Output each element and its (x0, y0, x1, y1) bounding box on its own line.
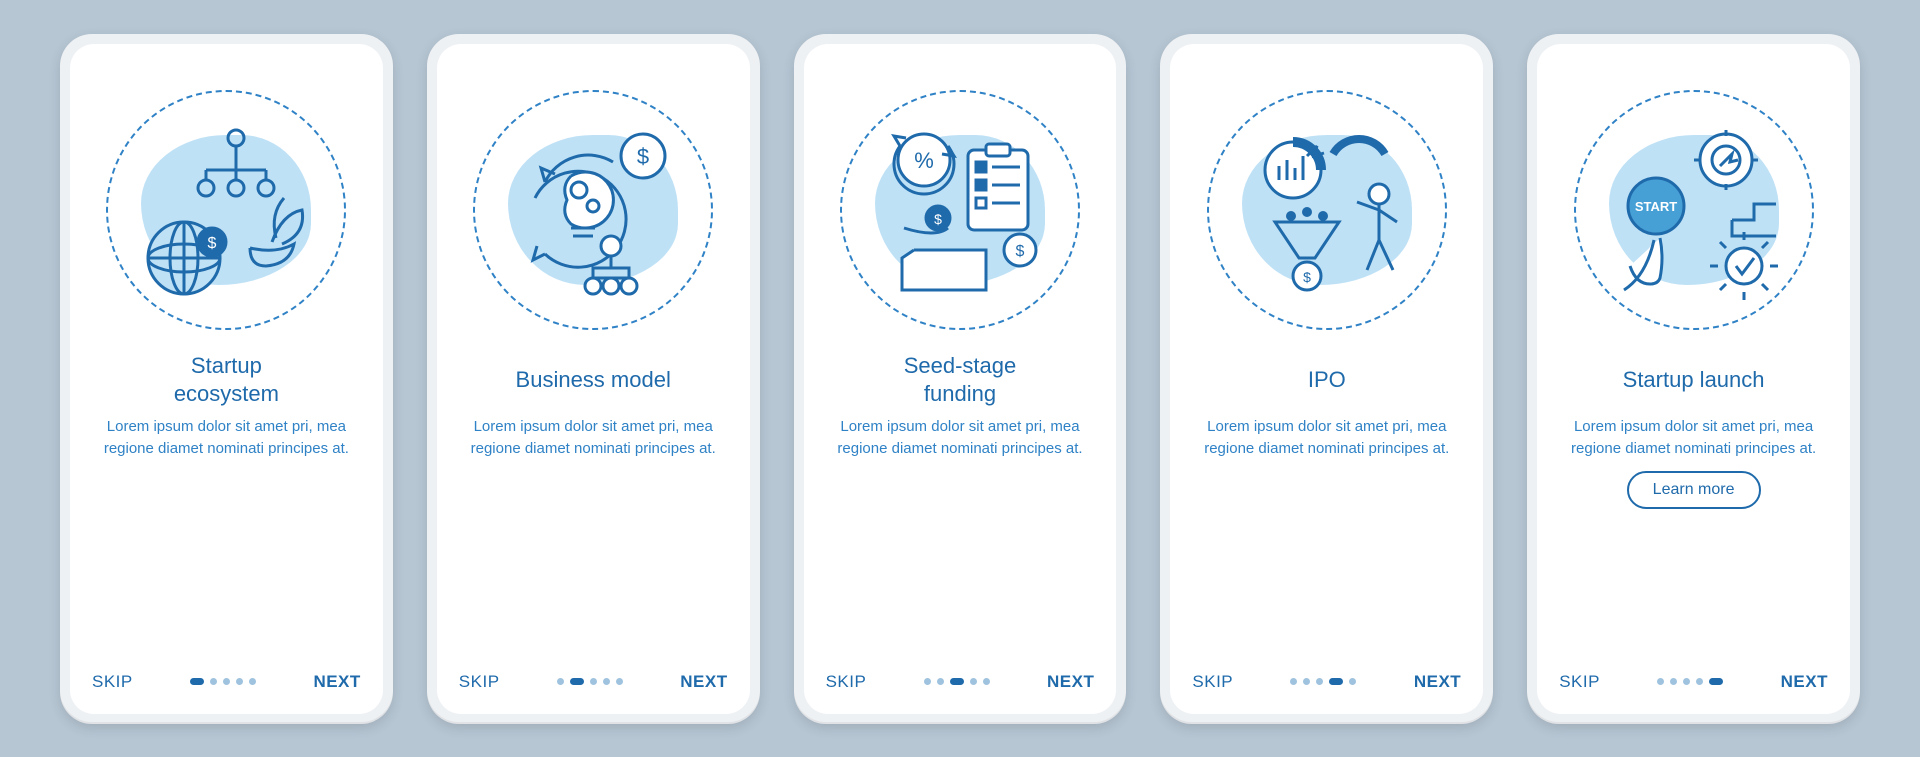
svg-text:$: $ (1016, 243, 1025, 260)
screen-title: Business model (516, 352, 671, 408)
page-indicator (190, 678, 256, 685)
skip-button[interactable]: SKIP (826, 672, 867, 692)
page-indicator (557, 678, 623, 685)
screen-description: Lorem ipsum dolor sit amet pri, mea regi… (92, 416, 361, 461)
svg-text:$: $ (637, 144, 649, 169)
svg-text:%: % (914, 148, 934, 173)
onboarding-screen-4: $ IPO Lorem ipsum dolor sit amet pri, me… (1170, 44, 1483, 714)
page-indicator (1290, 678, 1356, 685)
next-button[interactable]: NEXT (1414, 672, 1461, 692)
page-indicator (1657, 678, 1723, 685)
onboarding-navbar: SKIP NEXT (92, 672, 361, 692)
phone-mockup: START Startup launch Lorem ipsum dolor s… (1527, 34, 1860, 724)
onboarding-screen-1: $ Startupecosystem Lorem ipsum dolor sit… (70, 44, 383, 714)
business-model-icon: $ (473, 90, 713, 330)
startup-launch-icon: START (1574, 90, 1814, 330)
onboarding-screen-3: % $ $ Seed-stagefunding Lorem ipsum dolo… (804, 44, 1117, 714)
page-indicator (924, 678, 990, 685)
onboarding-navbar: SKIP NEXT (459, 672, 728, 692)
ipo-icon: $ (1207, 90, 1447, 330)
next-button[interactable]: NEXT (1047, 672, 1094, 692)
onboarding-navbar: SKIP NEXT (1192, 672, 1461, 692)
screen-description: Lorem ipsum dolor sit amet pri, mea regi… (459, 416, 728, 461)
skip-button[interactable]: SKIP (92, 672, 133, 692)
onboarding-navbar: SKIP NEXT (826, 672, 1095, 692)
next-button[interactable]: NEXT (680, 672, 727, 692)
screen-description: Lorem ipsum dolor sit amet pri, mea regi… (1192, 416, 1461, 461)
skip-button[interactable]: SKIP (1192, 672, 1233, 692)
screen-title: Startup launch (1623, 352, 1765, 408)
skip-button[interactable]: SKIP (459, 672, 500, 692)
skip-button[interactable]: SKIP (1559, 672, 1600, 692)
screen-title: Startupecosystem (174, 352, 279, 408)
phone-mockup: $ Startupecosystem Lorem ipsum dolor sit… (60, 34, 393, 724)
screen-description: Lorem ipsum dolor sit amet pri, mea regi… (1559, 416, 1828, 461)
phone-mockup: $ Business model Lorem ipsum dolor sit a… (427, 34, 760, 724)
svg-text:$: $ (1303, 269, 1311, 285)
seed-funding-icon: % $ $ (840, 90, 1080, 330)
svg-text:$: $ (208, 235, 217, 252)
start-button-label: START (1634, 199, 1676, 214)
phone-mockup: % $ $ Seed-stagefunding Lorem ipsum dolo… (794, 34, 1127, 724)
startup-ecosystem-icon: $ (106, 90, 346, 330)
next-button[interactable]: NEXT (313, 672, 360, 692)
onboarding-navbar: SKIP NEXT (1559, 672, 1828, 692)
screen-description: Lorem ipsum dolor sit amet pri, mea regi… (826, 416, 1095, 461)
onboarding-screen-5: START Startup launch Lorem ipsum dolor s… (1537, 44, 1850, 714)
svg-text:$: $ (934, 211, 942, 227)
learn-more-button[interactable]: Learn more (1627, 471, 1761, 509)
next-button[interactable]: NEXT (1781, 672, 1828, 692)
onboarding-screen-2: $ Business model Lorem ipsum dolor sit a… (437, 44, 750, 714)
screen-title: IPO (1308, 352, 1346, 408)
phone-mockup: $ IPO Lorem ipsum dolor sit amet pri, me… (1160, 34, 1493, 724)
screen-title: Seed-stagefunding (904, 352, 1017, 408)
